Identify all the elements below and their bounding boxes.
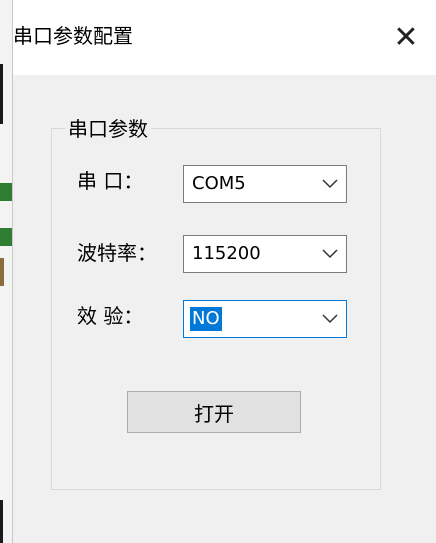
background-dark-strip bbox=[0, 500, 3, 543]
baud-rate-label: 波特率： bbox=[77, 241, 157, 265]
background-green-strip bbox=[0, 228, 12, 246]
window-title: 串口参数配置 bbox=[13, 24, 133, 48]
serial-config-dialog: 串口参数配置 ✕ 串口参数 串 口： COM5 波特率： 115200 效 验：… bbox=[12, 0, 436, 543]
chevron-down-icon bbox=[322, 314, 338, 324]
chevron-down-icon bbox=[322, 249, 338, 259]
open-button[interactable]: 打开 bbox=[127, 391, 301, 433]
port-label: 串 口： bbox=[77, 169, 144, 193]
baud-rate-value: 115200 bbox=[192, 243, 261, 264]
background-green-strip bbox=[0, 183, 12, 201]
parity-value: NO bbox=[190, 307, 222, 331]
background-window-edge bbox=[0, 0, 12, 543]
background-dark-strip bbox=[0, 64, 3, 124]
port-value: COM5 bbox=[192, 173, 246, 194]
parity-label: 效 验： bbox=[77, 304, 144, 328]
groupbox-title: 串口参数 bbox=[65, 118, 151, 140]
background-brown-strip bbox=[0, 258, 4, 286]
parity-select[interactable]: NO bbox=[183, 300, 347, 338]
close-button[interactable]: ✕ bbox=[376, 0, 436, 75]
baud-rate-select[interactable]: 115200 bbox=[183, 235, 347, 273]
port-select[interactable]: COM5 bbox=[183, 165, 347, 203]
close-icon: ✕ bbox=[393, 20, 419, 55]
title-bar: 串口参数配置 ✕ bbox=[13, 0, 436, 75]
chevron-down-icon bbox=[322, 179, 338, 189]
